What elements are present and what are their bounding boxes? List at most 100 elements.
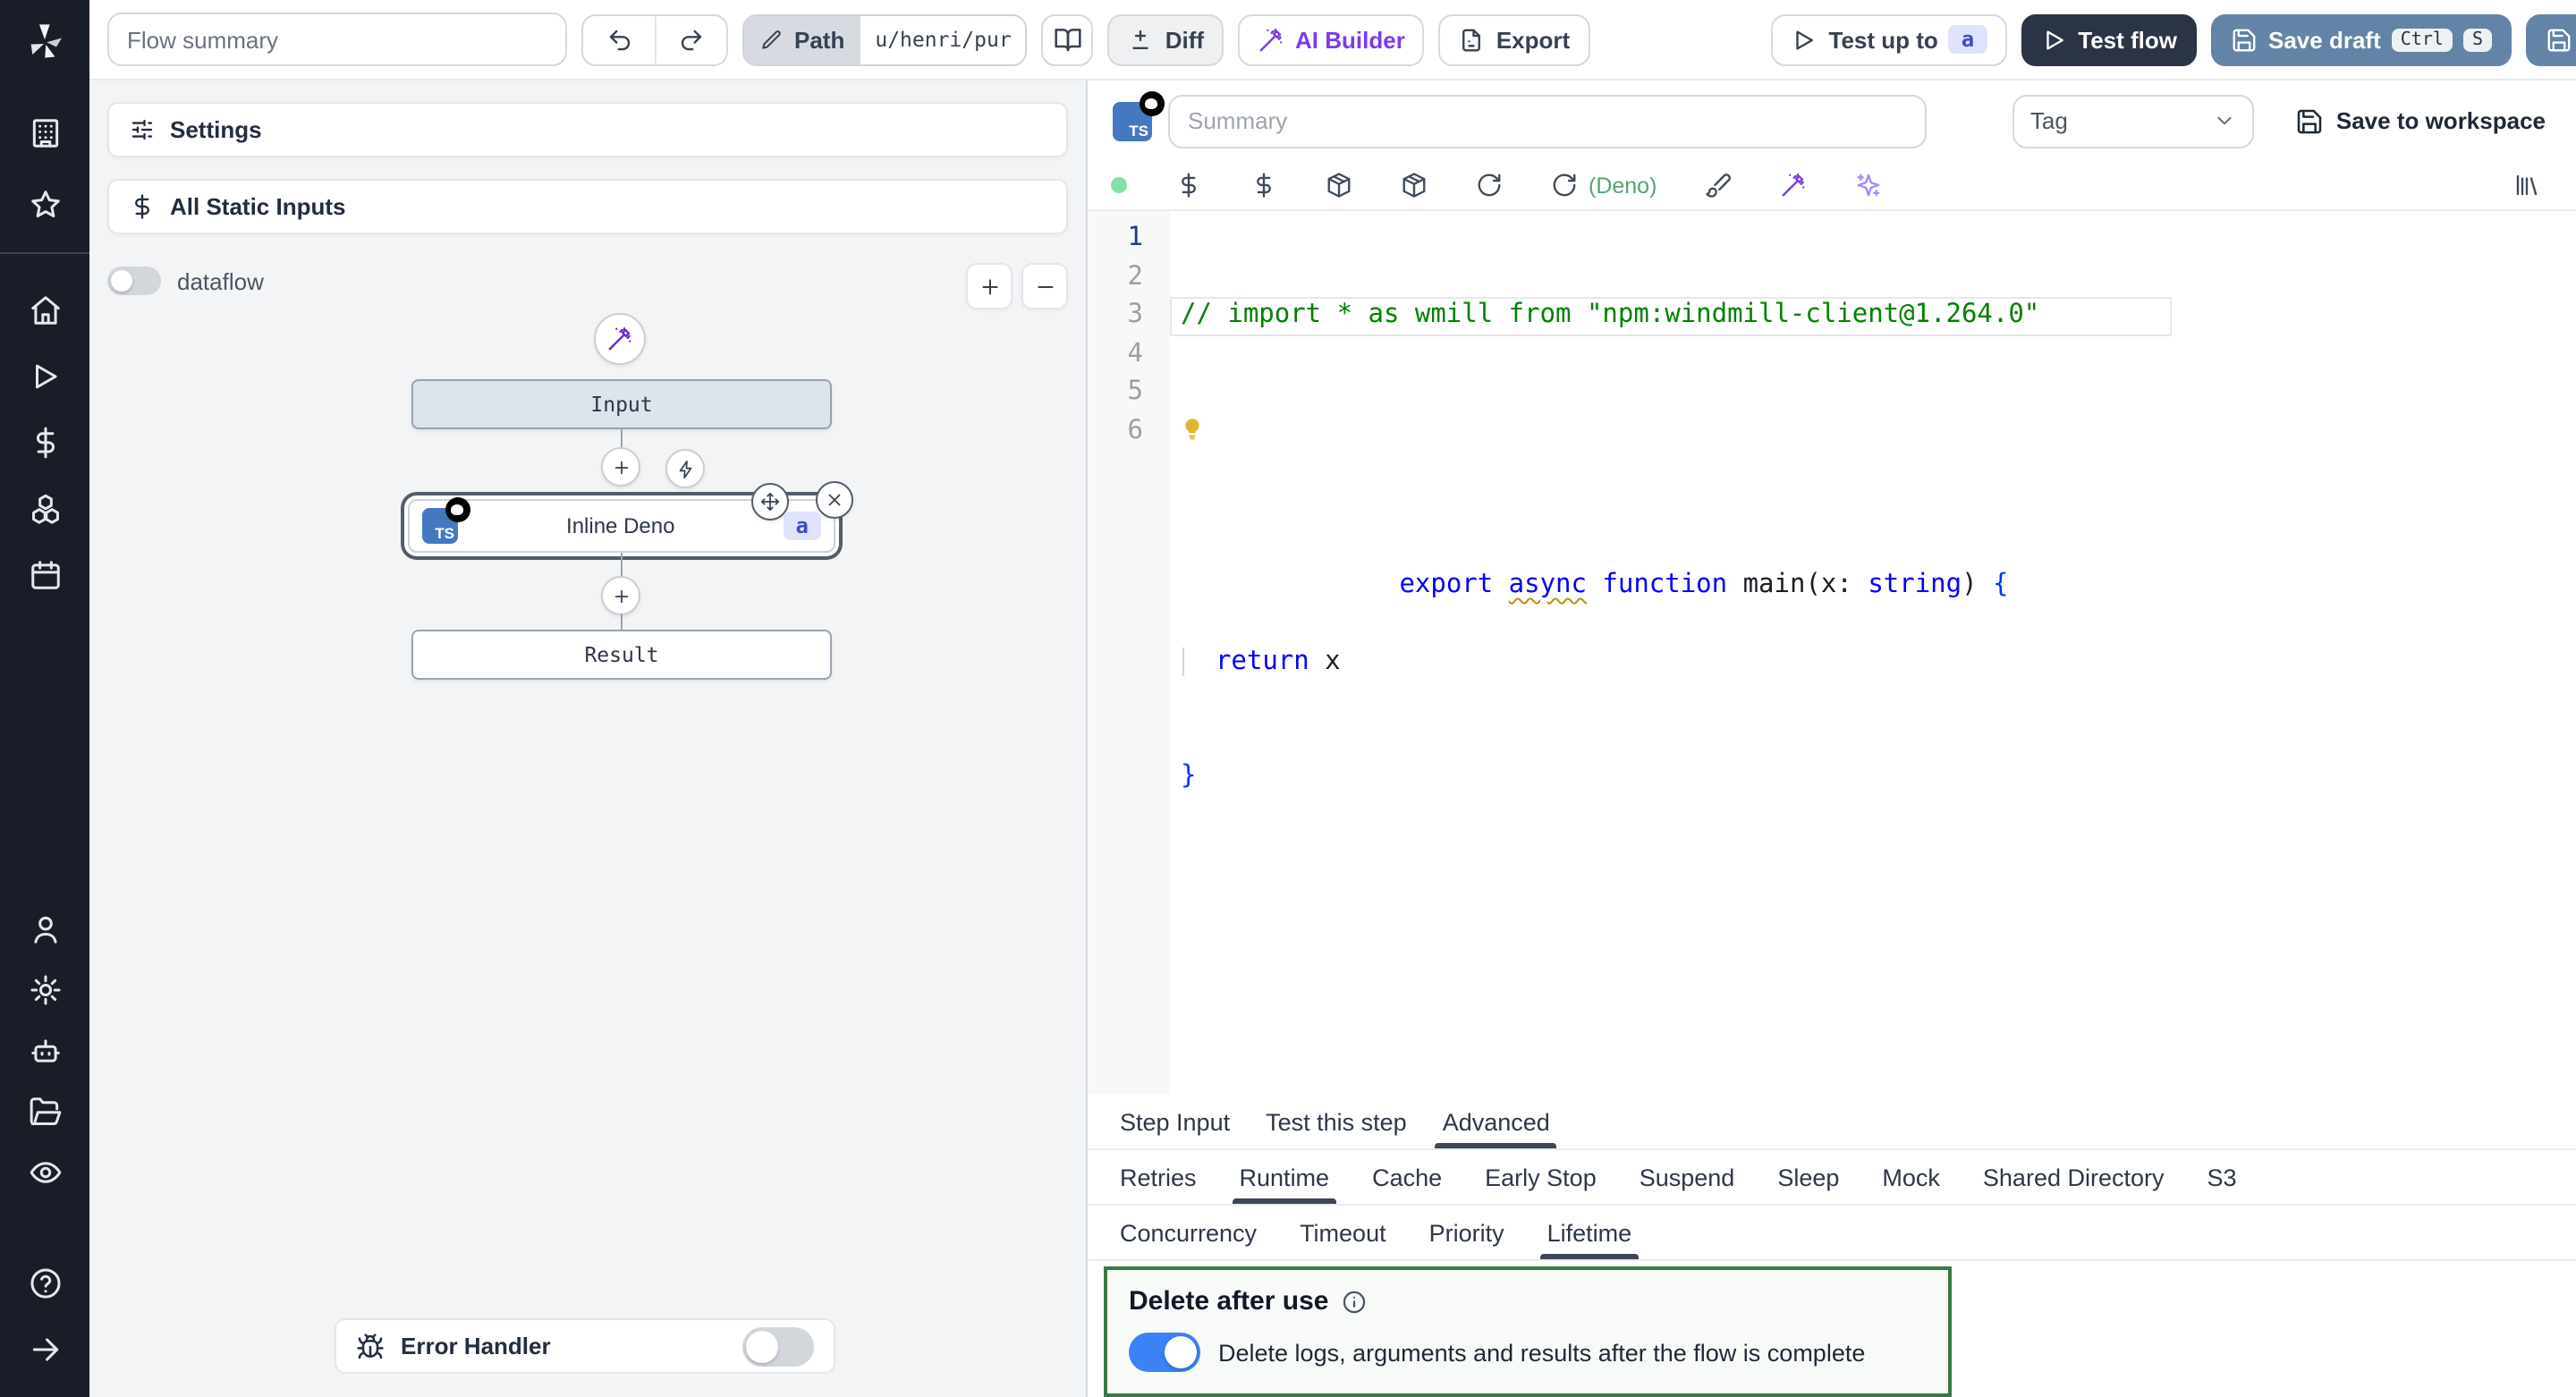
code-token: function [1587, 570, 1743, 598]
delete-step-button[interactable] [816, 481, 853, 519]
sidebar-item-runs[interactable] [14, 349, 75, 402]
delete-after-use-description: Delete logs, arguments and results after… [1218, 1339, 1865, 1366]
tab-mock[interactable]: Mock [1868, 1150, 1954, 1204]
diff-button[interactable]: Diff [1108, 13, 1224, 65]
all-static-inputs-button[interactable]: All Static Inputs [107, 179, 1068, 234]
path-value: u/henri/pur [860, 15, 1025, 64]
sidebar-expand[interactable] [14, 1322, 75, 1376]
tab-s3[interactable]: S3 [2193, 1150, 2251, 1204]
sidebar-item-favorites[interactable] [14, 177, 75, 231]
flow-node-input[interactable]: Input [411, 379, 832, 429]
test-flow-button[interactable]: Test flow [2021, 13, 2197, 65]
ai-wand-icon[interactable] [1780, 172, 1807, 199]
delete-after-use-box: Delete after use Delete logs, arguments … [1104, 1266, 1952, 1397]
step-editor-panel: Tag Save to workspace ( [1088, 80, 2576, 1397]
sidebar-item-workers[interactable] [14, 1023, 75, 1077]
flow-node-result[interactable]: Result [411, 630, 832, 680]
reload-icon[interactable] [1476, 172, 1503, 199]
format-brush-icon[interactable] [1705, 172, 1732, 199]
tab-lifetime[interactable]: Lifetime [1533, 1206, 1647, 1259]
redo-button[interactable] [655, 15, 726, 64]
line-number: 1 [1088, 220, 1170, 258]
tab-runtime[interactable]: Runtime [1225, 1150, 1344, 1204]
ai-flow-builder-button[interactable] [594, 313, 646, 365]
move-icon [760, 492, 780, 512]
zoom-out-button[interactable] [1021, 263, 1068, 309]
flow-graph-panel: Settings All Static Inputs dataflow Inpu… [89, 80, 1088, 1397]
tab-priority[interactable]: Priority [1415, 1206, 1519, 1259]
test-up-to-button[interactable]: Test up toa [1772, 13, 2007, 65]
tab-timeout[interactable]: Timeout [1285, 1206, 1401, 1259]
reload-deno-icon[interactable] [1551, 172, 1578, 199]
docs-button[interactable] [1042, 13, 1094, 65]
editor-toolbar: (Deno) [1088, 161, 2576, 211]
code-editor[interactable]: 1 2 3 4 5 6 // import * as wmill from "n… [1088, 211, 2576, 1095]
tab-shared-directory[interactable]: Shared Directory [1969, 1150, 2179, 1204]
sidebar-item-schedules[interactable] [14, 547, 75, 601]
tab-test-this-step[interactable]: Test this step [1251, 1095, 1421, 1148]
package-icon[interactable] [1326, 172, 1352, 199]
test-flow-label: Test flow [2078, 26, 2177, 53]
app-window: Path u/henri/pur Diff AI Builder Export … [0, 0, 2576, 1397]
dollar-icon [129, 193, 156, 220]
ai-builder-button[interactable]: AI Builder [1238, 13, 1425, 65]
info-icon[interactable] [1341, 1289, 1366, 1314]
zoom-in-button[interactable] [966, 263, 1013, 309]
step-summary-input[interactable] [1168, 94, 1927, 148]
tab-early-stop[interactable]: Early Stop [1470, 1150, 1611, 1204]
sidebar-item-variables[interactable] [14, 415, 75, 469]
diff-label: Diff [1165, 26, 1204, 53]
tab-advanced[interactable]: Advanced [1428, 1095, 1564, 1148]
tab-suspend[interactable]: Suspend [1625, 1150, 1750, 1204]
sidebar-item-audit[interactable] [14, 1145, 75, 1198]
tag-select[interactable]: Tag [2012, 94, 2254, 148]
book-icon [1054, 25, 1082, 54]
sidebar-divider [0, 252, 89, 254]
calendar-icon [28, 557, 62, 591]
help-icon [28, 1266, 62, 1300]
code-area[interactable]: // import * as wmill from "npm:windmill-… [1170, 211, 2576, 1095]
tab-sleep[interactable]: Sleep [1763, 1150, 1853, 1204]
sidebar-item-users[interactable] [14, 902, 75, 955]
sidebar-item-folders[interactable] [14, 1084, 75, 1138]
error-handler-toggle[interactable] [742, 1326, 814, 1366]
undo-button[interactable] [583, 15, 655, 64]
sidebar-item-workspace[interactable] [14, 106, 75, 159]
flow-summary-input[interactable] [107, 13, 567, 66]
sidebar-item-resources[interactable] [14, 481, 75, 535]
dollar-icon [28, 425, 62, 459]
tab-concurrency[interactable]: Concurrency [1106, 1206, 1271, 1259]
lightbulb-icon[interactable] [1181, 414, 1204, 441]
sidebar-item-help[interactable] [14, 1256, 75, 1309]
save-draft-button[interactable]: Save draftCtrlS [2211, 13, 2512, 65]
star-icon [28, 187, 62, 221]
dataflow-toggle[interactable] [107, 267, 161, 295]
deploy-button[interactable] [2526, 13, 2576, 65]
delete-after-use-toggle[interactable] [1129, 1333, 1200, 1372]
add-step-button[interactable] [601, 576, 640, 615]
tab-retries[interactable]: Retries [1106, 1150, 1211, 1204]
save-to-workspace-button[interactable]: Save to workspace [2295, 106, 2546, 135]
windmill-logo[interactable] [0, 0, 89, 80]
tab-cache[interactable]: Cache [1358, 1150, 1456, 1204]
code-token: x [1309, 647, 1341, 675]
delete-after-use-title: Delete after use [1129, 1286, 1328, 1317]
error-handler-card[interactable]: Error Handler [335, 1318, 835, 1374]
variables-icon[interactable] [1175, 172, 1202, 199]
sidebar-item-home[interactable] [14, 283, 75, 336]
export-button[interactable]: Export [1439, 13, 1589, 65]
sidebar-item-settings[interactable] [14, 962, 75, 1016]
flow-settings-button[interactable]: Settings [107, 102, 1068, 157]
tab-step-input[interactable]: Step Input [1106, 1095, 1244, 1148]
add-step-button[interactable] [601, 447, 640, 487]
move-step-button[interactable] [751, 483, 789, 521]
path-button[interactable]: Path u/henri/pur [742, 13, 1028, 65]
ai-sparkles-icon[interactable] [1855, 172, 1882, 199]
library-icon[interactable] [2513, 172, 2540, 199]
typescript-badge [422, 508, 458, 544]
package-icon[interactable] [1401, 172, 1428, 199]
line-number: 3 [1088, 297, 1170, 335]
step-node-label: Inline Deno [458, 513, 784, 538]
trigger-button[interactable] [665, 449, 705, 488]
resources-icon[interactable] [1250, 172, 1277, 199]
